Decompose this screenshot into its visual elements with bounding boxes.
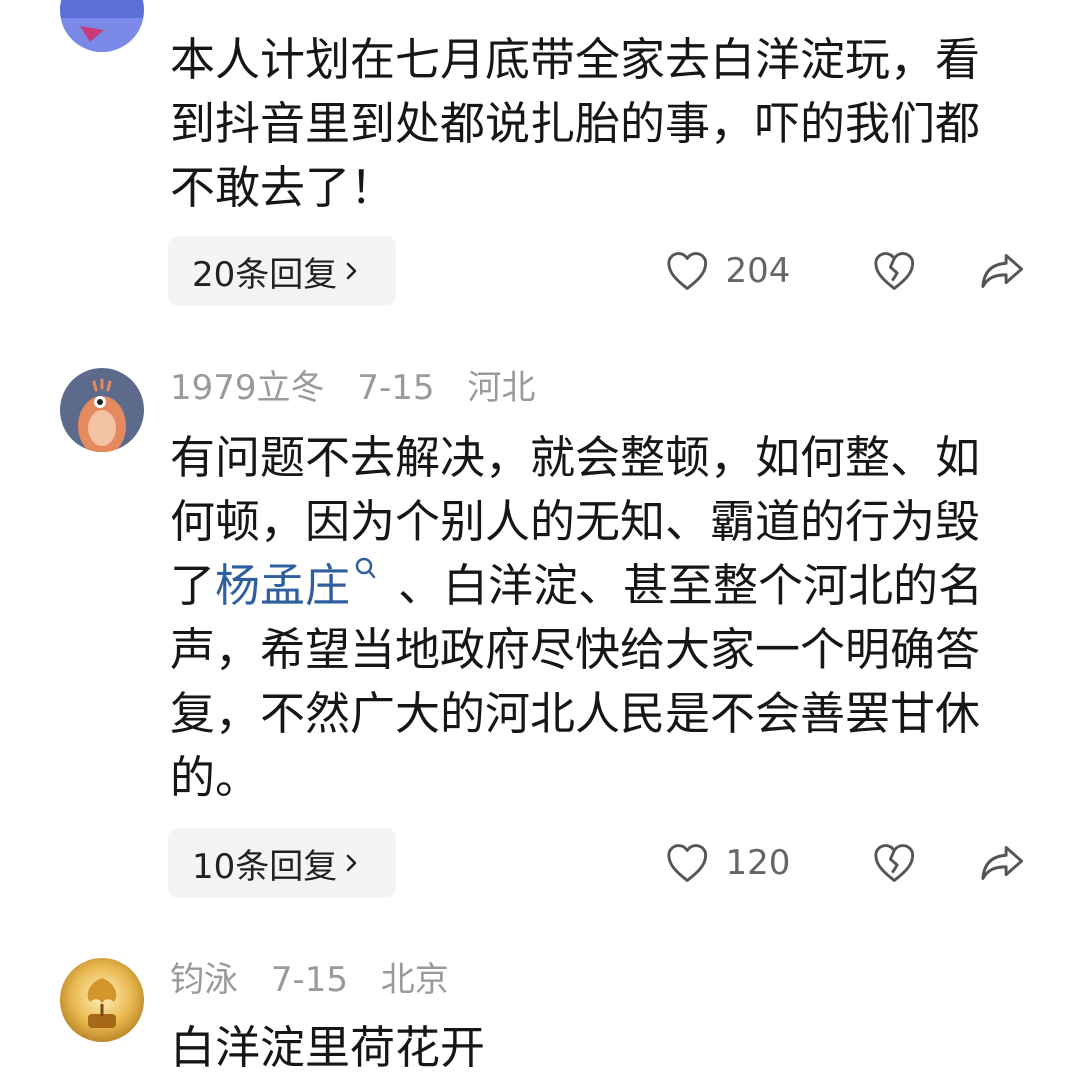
- replies-count-label: 20条回复: [192, 254, 338, 295]
- avatar[interactable]: [60, 0, 144, 52]
- view-replies-button[interactable]: 20条回复: [168, 236, 396, 306]
- comment-date: 7-15: [357, 368, 435, 408]
- comment-text: 有问题不去解决，就会整顿，如何整、如何顿，因为个别人的无知、霸道的行为毁了杨孟庄…: [170, 426, 1000, 810]
- avatar-image: [60, 958, 144, 1042]
- comment-location: 河北: [467, 368, 536, 408]
- view-replies-button[interactable]: 10条回复: [168, 828, 396, 898]
- comment-actions: 204: [665, 236, 1025, 306]
- avatar-image: [60, 0, 144, 52]
- replies-count-label: 10条回复: [192, 846, 338, 887]
- location-link[interactable]: 杨孟庄: [215, 559, 350, 612]
- share-arrow-icon[interactable]: [979, 249, 1025, 293]
- search-mini-icon[interactable]: [350, 554, 384, 594]
- broken-heart-icon[interactable]: [872, 249, 917, 293]
- heart-outline-icon[interactable]: [665, 841, 710, 885]
- chevron-right-icon: [346, 262, 357, 280]
- comment-text: 白洋淀里荷花开: [170, 1021, 486, 1074]
- chevron-right-icon: [346, 854, 357, 872]
- avatar-image: [60, 368, 144, 452]
- comment-meta: 1979立冬 7-15 河北: [170, 366, 557, 410]
- avatar[interactable]: [60, 368, 144, 452]
- comment-date: 7-15: [270, 960, 348, 1000]
- like-count: 120: [725, 843, 791, 883]
- share-arrow-icon[interactable]: [979, 841, 1025, 885]
- like-count: 204: [725, 251, 791, 291]
- heart-outline-icon[interactable]: [665, 249, 710, 293]
- username[interactable]: 钧泳: [170, 960, 238, 1000]
- comment-meta: 钧泳 7-15 北京: [170, 958, 471, 1002]
- username[interactable]: 1979立冬: [170, 368, 325, 408]
- avatar[interactable]: [60, 958, 144, 1042]
- broken-heart-icon[interactable]: [872, 841, 917, 885]
- comment-actions: 120: [665, 828, 1025, 898]
- comment-text: 本人计划在七月底带全家去白洋淀玩，看到抖音里到处都说扎胎的事，吓的我们都不敢去了…: [170, 33, 981, 214]
- comment-location: 北京: [380, 960, 449, 1000]
